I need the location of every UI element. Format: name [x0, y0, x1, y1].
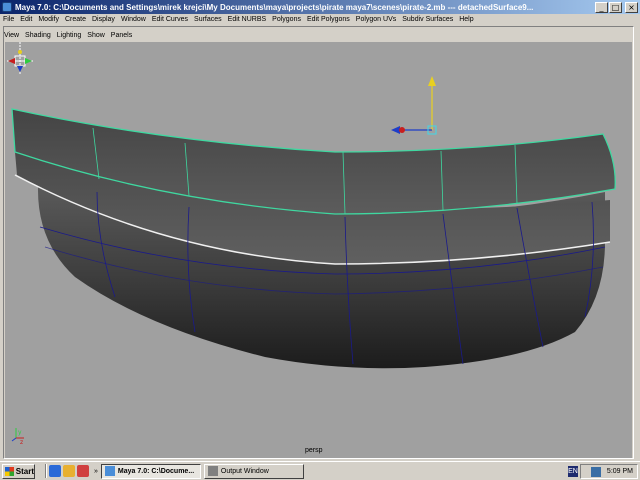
- task-button-output-window[interactable]: Output Window: [203, 463, 304, 479]
- system-tray: 5:09 PM: [580, 464, 638, 479]
- panel-menu-lighting[interactable]: Lighting: [57, 32, 82, 39]
- menu-polygons[interactable]: Polygons: [272, 16, 301, 23]
- start-button[interactable]: Start: [2, 463, 35, 479]
- windows-logo-icon: [5, 466, 14, 476]
- output-window-icon: [207, 466, 218, 476]
- language-indicator[interactable]: EN: [568, 466, 578, 477]
- quick-launch-more[interactable]: »: [94, 468, 98, 475]
- move-manipulator[interactable]: [391, 76, 437, 135]
- network-icon[interactable]: [590, 466, 601, 477]
- perspective-viewport[interactable]: y z persp: [5, 42, 632, 458]
- folder-icon[interactable]: [63, 465, 75, 477]
- svg-text:y: y: [18, 429, 22, 436]
- menu-file[interactable]: File: [3, 16, 14, 23]
- menu-subdiv-surfaces[interactable]: Subdiv Surfaces: [402, 16, 453, 23]
- menu-create[interactable]: Create: [65, 16, 86, 23]
- menu-polygon-uvs[interactable]: Polygon UVs: [356, 16, 396, 23]
- origin-axis-icon: y z: [11, 428, 24, 446]
- panel-menu-show[interactable]: Show: [87, 32, 105, 39]
- menu-edit-polygons[interactable]: Edit Polygons: [307, 16, 350, 23]
- panel-menu-view[interactable]: View: [4, 32, 19, 39]
- main-menu-bar: File Edit Modify Create Display Window E…: [0, 14, 640, 25]
- quick-launch: »: [41, 464, 98, 478]
- menu-help[interactable]: Help: [459, 16, 473, 23]
- panel-menu-bar: View Shading Lighting Show Panels: [4, 30, 138, 41]
- task-label: Maya 7.0: C:\Docume...: [117, 467, 195, 475]
- menu-surfaces[interactable]: Surfaces: [194, 16, 222, 23]
- maya-task-icon: [104, 466, 115, 476]
- svg-text:z: z: [20, 439, 23, 446]
- clock[interactable]: 5:09 PM: [607, 468, 633, 475]
- title-bar[interactable]: Maya 7.0: C:\Documents and Settings\mire…: [0, 0, 640, 14]
- menu-edit-nurbs[interactable]: Edit NURBS: [228, 16, 267, 23]
- maya-app-icon[interactable]: [2, 2, 12, 12]
- browser-icon[interactable]: [49, 465, 61, 477]
- media-icon[interactable]: [77, 465, 89, 477]
- quick-launch-separator: [45, 464, 47, 478]
- panel-menu-shading[interactable]: Shading: [25, 32, 51, 39]
- menu-window[interactable]: Window: [121, 16, 146, 23]
- window-title: Maya 7.0: C:\Documents and Settings\mire…: [15, 2, 534, 12]
- viewport-scene[interactable]: y z: [5, 42, 632, 458]
- camera-label: persp: [305, 447, 323, 454]
- menu-display[interactable]: Display: [92, 16, 115, 23]
- maximize-button[interactable]: □: [609, 1, 622, 13]
- menu-edit[interactable]: Edit: [20, 16, 32, 23]
- menu-modify[interactable]: Modify: [38, 16, 59, 23]
- task-button-maya[interactable]: Maya 7.0: C:\Docume...: [100, 463, 201, 479]
- panel-menu-panels[interactable]: Panels: [111, 32, 132, 39]
- close-button[interactable]: ×: [625, 1, 638, 13]
- start-label: Start: [15, 466, 34, 476]
- windows-taskbar: Start » Maya 7.0: C:\Docume... Output Wi…: [0, 461, 640, 480]
- menu-edit-curves[interactable]: Edit Curves: [152, 16, 188, 23]
- view-cube-icon[interactable]: [5, 42, 35, 80]
- minimize-button[interactable]: _: [595, 1, 608, 13]
- task-label: Output Window: [220, 467, 269, 475]
